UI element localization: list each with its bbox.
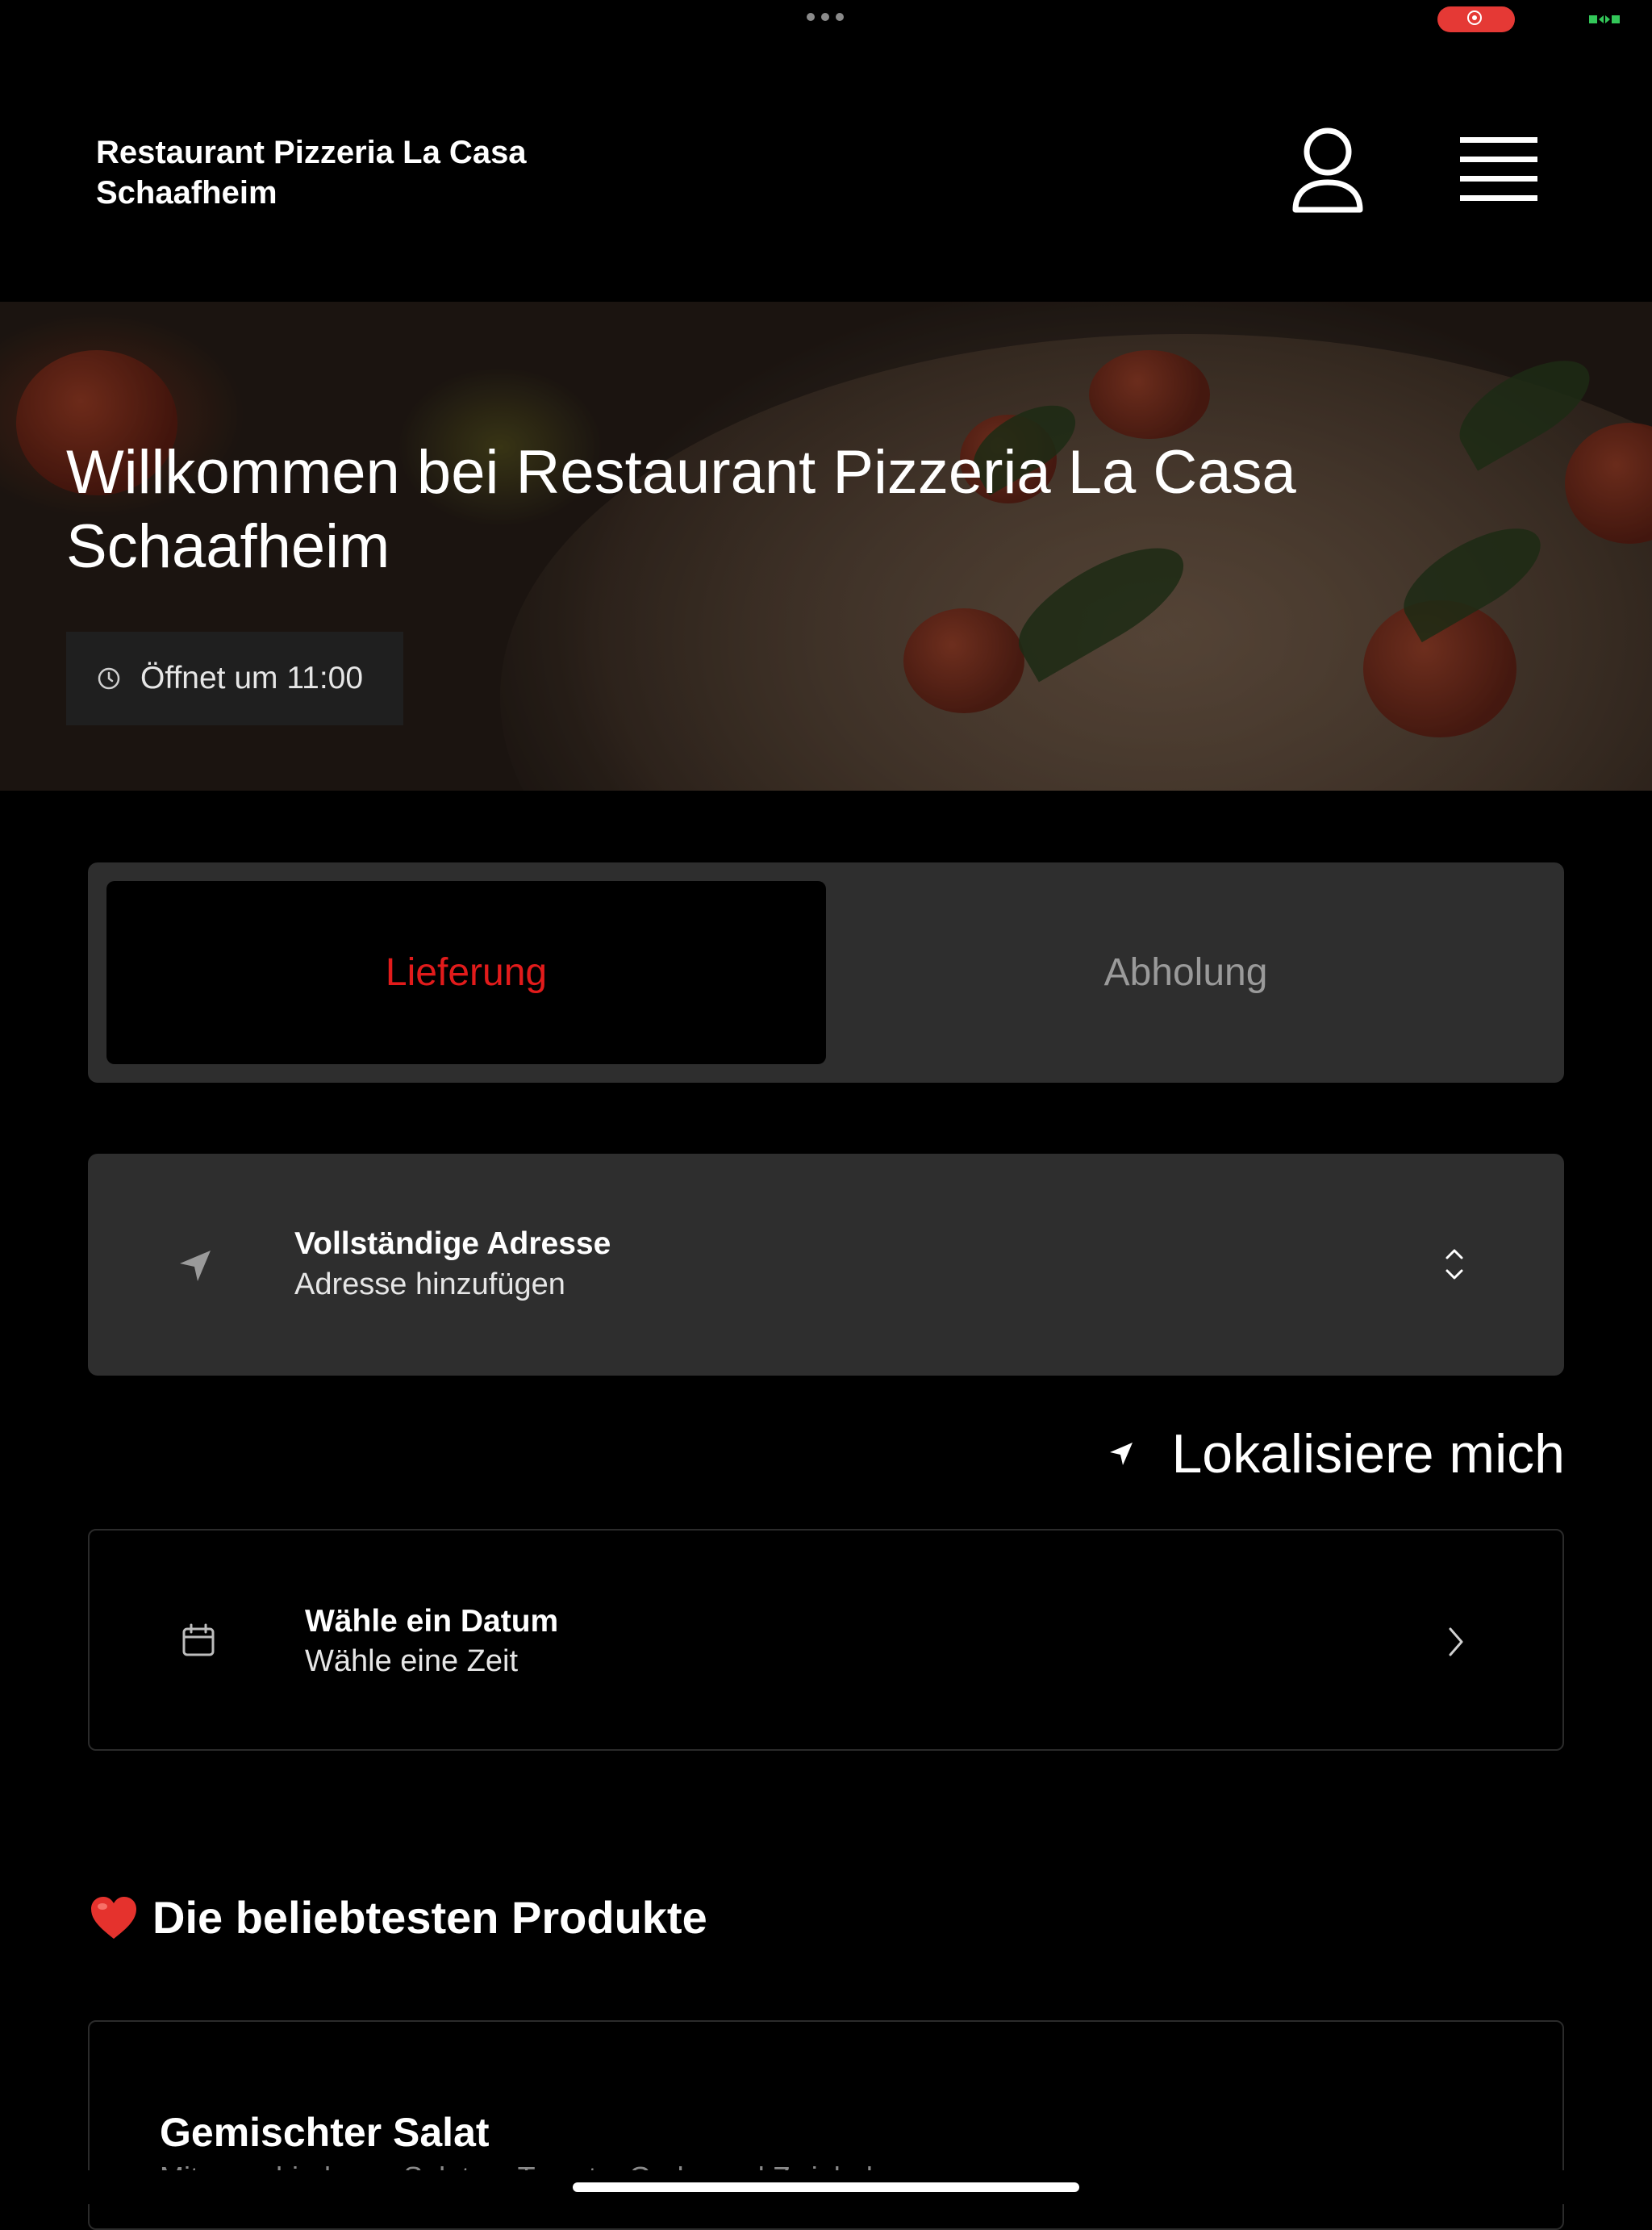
address-selector[interactable] — [88, 1154, 1564, 1376]
date-title: Wähle ein Datum — [305, 1604, 559, 1639]
person-icon — [1292, 127, 1363, 213]
address-subtitle: Adresse hinzufügen — [294, 1267, 565, 1301]
chevron-right-icon — [1449, 1627, 1463, 1656]
screen-recording-indicator[interactable] — [1437, 6, 1515, 32]
hamburger-menu-icon — [1460, 137, 1537, 201]
locate-me-button[interactable]: Lokalisiere mich — [1105, 1420, 1565, 1488]
menu-button[interactable] — [1458, 134, 1539, 207]
navigation-arrow-icon — [180, 1251, 211, 1281]
welcome-heading: Willkommen bei Restaurant Pizzeria La Ca… — [66, 436, 1518, 584]
product-name: Gemischter Salat — [160, 2110, 490, 2155]
battery-icon — [1589, 15, 1620, 23]
multitasking-dots[interactable] — [807, 13, 845, 24]
welcome-heading-line1: Willkommen bei Restaurant Pizzeria La Ca… — [66, 438, 1296, 507]
tab-delivery[interactable]: Lieferung — [106, 881, 826, 1064]
heart-icon — [91, 1896, 136, 1939]
clock-icon — [98, 667, 120, 690]
popular-products-heading: Die beliebtesten Produkte — [90, 1891, 707, 1944]
calendar-icon — [182, 1623, 215, 1656]
welcome-heading-line2: Schaafheim — [66, 512, 390, 581]
opening-hours-badge: Öffnet um 11:00 — [66, 632, 403, 725]
tab-pickup[interactable]: Abholung — [826, 881, 1546, 1064]
date-time-selector[interactable] — [88, 1529, 1564, 1751]
navigation-arrow-icon — [1110, 1443, 1133, 1465]
restaurant-name-line2: Schaafheim — [96, 175, 277, 211]
home-indicator[interactable] — [573, 2182, 1079, 2192]
chevron-up-down-icon — [1446, 1249, 1463, 1280]
popular-products-title: Die beliebtesten Produkte — [152, 1892, 707, 1943]
restaurant-name[interactable]: Restaurant Pizzeria La Casa Schaafheim — [96, 132, 612, 213]
restaurant-name-line1: Restaurant Pizzeria La Casa — [96, 135, 527, 170]
opening-hours-text: Öffnet um 11:00 — [140, 661, 364, 695]
address-title: Vollständige Adresse — [294, 1226, 611, 1261]
locate-me-label: Lokalisiere mich — [1171, 1423, 1565, 1485]
account-button[interactable] — [1289, 126, 1366, 216]
date-subtitle: Wähle eine Zeit — [305, 1644, 519, 1678]
